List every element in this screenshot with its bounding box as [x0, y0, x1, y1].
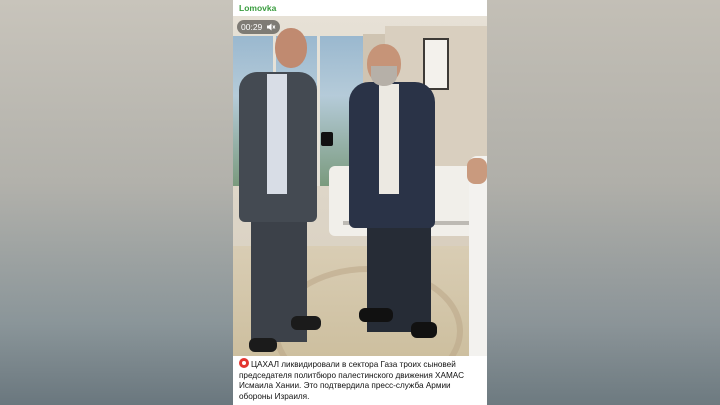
person-edge: [469, 156, 487, 356]
phone: [321, 132, 333, 146]
post-caption: ЦАХАЛ ликвидировали в сектора Газа троих…: [239, 358, 481, 402]
speaker-muted-icon[interactable]: [266, 22, 276, 32]
background-blur-right: [487, 0, 720, 405]
telegram-post: Lomovka 00:29 ЦАХАЛ ликвидировали в сект…: [233, 0, 487, 405]
person-right-shoe: [359, 308, 393, 322]
person-left-shoe: [249, 338, 277, 352]
person-left-shirt: [267, 74, 287, 194]
person-left-head: [275, 28, 307, 68]
background-blur-left: [0, 0, 233, 405]
caption-text: ЦАХАЛ ликвидировали в сектора Газа троих…: [239, 360, 464, 401]
video-player[interactable]: 00:29: [233, 16, 487, 356]
video-timestamp-badge: 00:29: [237, 20, 281, 34]
person-right-shirt: [379, 84, 399, 194]
hand-edge: [467, 158, 487, 184]
channel-name[interactable]: Lomovka: [239, 3, 276, 13]
wall-picture: [423, 38, 449, 90]
person-right-beard: [371, 66, 397, 86]
person-right-shoe: [411, 322, 437, 338]
person-left-shoe: [291, 316, 321, 330]
video-timestamp: 00:29: [241, 22, 263, 32]
siren-icon: [239, 358, 249, 368]
